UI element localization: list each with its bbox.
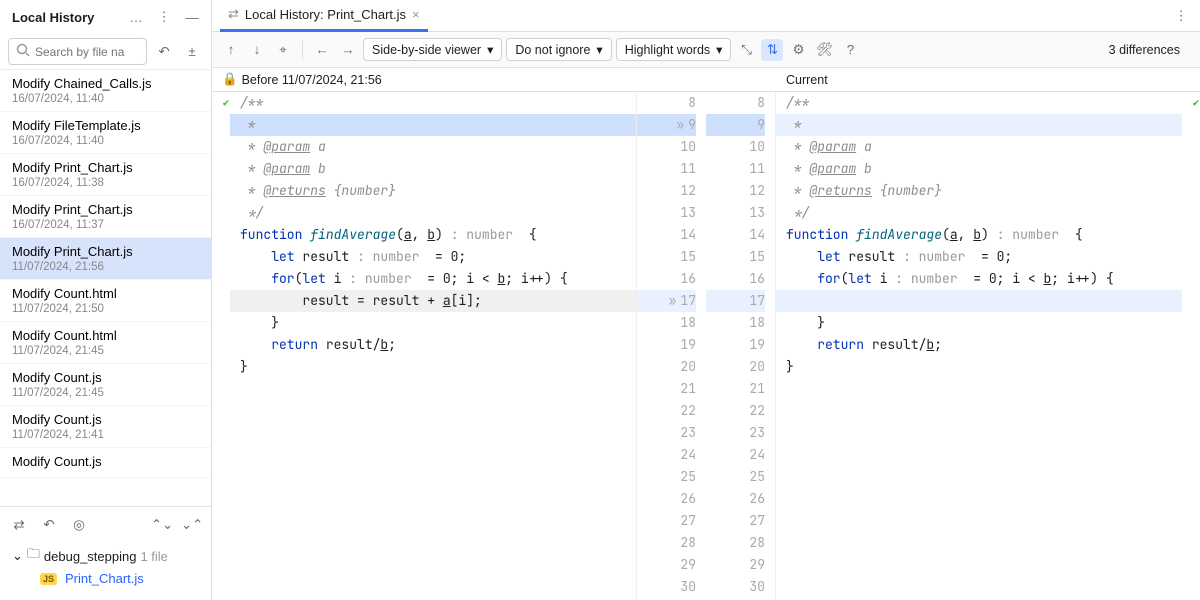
diff-count: 3 differences bbox=[1109, 43, 1192, 57]
tab-local-history[interactable]: ⇄ Local History: Print_Chart.js × bbox=[220, 0, 428, 32]
revert-icon[interactable]: ⇄ bbox=[8, 514, 30, 536]
lock-icon: 🔒 bbox=[222, 72, 238, 87]
history-item[interactable]: Modify Count.js bbox=[0, 448, 211, 478]
undo2-icon[interactable]: ↶ bbox=[38, 514, 60, 536]
more-icon[interactable]: … bbox=[125, 6, 147, 28]
left-pane[interactable]: /** * * @param a * @param b * @returns {… bbox=[230, 92, 636, 600]
diff-icon: ⇄ bbox=[228, 6, 239, 22]
panel-title: Local History bbox=[12, 10, 119, 25]
viewer-select[interactable]: Side-by-side viewer ▾ bbox=[363, 38, 502, 61]
history-item[interactable]: Modify Count.html11/07/2024, 21:50 bbox=[0, 280, 211, 322]
history-item[interactable]: Modify Count.html11/07/2024, 21:45 bbox=[0, 322, 211, 364]
collapse-unchanged-icon[interactable]: ⤡ bbox=[735, 39, 757, 61]
search-input[interactable] bbox=[8, 38, 147, 65]
chevron-down-icon: ⌄ bbox=[12, 548, 23, 564]
sync-scroll-icon[interactable]: ⇅ bbox=[761, 39, 783, 61]
js-badge-icon: JS bbox=[40, 573, 57, 585]
right-status: ✔ bbox=[1182, 92, 1200, 600]
history-item[interactable]: Modify Print_Chart.js16/07/2024, 11:37 bbox=[0, 196, 211, 238]
chevron-down-icon: ▾ bbox=[487, 42, 493, 57]
tree-folder[interactable]: ⌄ 🗀 debug_stepping 1 file bbox=[12, 543, 199, 569]
close-icon[interactable]: × bbox=[412, 7, 420, 22]
folder-icon: 🗀 bbox=[27, 545, 40, 567]
left-gutter: 8»910111213141516»1718192021222324252627… bbox=[637, 92, 706, 600]
history-item[interactable]: Modify Count.js11/07/2024, 21:45 bbox=[0, 364, 211, 406]
search-icon bbox=[15, 42, 31, 61]
diff-icon[interactable]: ± bbox=[181, 41, 203, 63]
settings-icon[interactable]: ⚙ bbox=[787, 39, 809, 61]
right-pane[interactable]: /** * * @param a * @param b * @returns {… bbox=[776, 92, 1182, 600]
history-item[interactable]: Modify FileTemplate.js16/07/2024, 11:40 bbox=[0, 112, 211, 154]
tools-icon[interactable]: 🛠 bbox=[813, 39, 835, 61]
right-pane-header: Current bbox=[776, 68, 1200, 91]
edit-icon[interactable]: ⌖ bbox=[272, 39, 294, 61]
ignore-select[interactable]: Do not ignore ▾ bbox=[506, 38, 611, 61]
history-item[interactable]: Modify Chained_Calls.js16/07/2024, 11:40 bbox=[0, 70, 211, 112]
highlight-select[interactable]: Highlight words ▾ bbox=[616, 38, 732, 61]
next-diff-icon[interactable]: ↓ bbox=[246, 39, 268, 61]
prev-diff-icon[interactable]: ↑ bbox=[220, 39, 242, 61]
options-icon[interactable]: ⋮ bbox=[153, 6, 175, 28]
minimize-icon[interactable]: — bbox=[181, 6, 203, 28]
history-item[interactable]: Modify Print_Chart.js11/07/2024, 21:56 bbox=[0, 238, 211, 280]
tree-file[interactable]: JS Print_Chart.js bbox=[12, 569, 199, 588]
left-pane-header: 🔒 Before 11/07/2024, 21:56 bbox=[212, 68, 636, 91]
preview-icon[interactable]: ◎ bbox=[68, 514, 90, 536]
right-gutter: 8910111213141516171819202122232425262728… bbox=[706, 92, 775, 600]
undo-icon[interactable]: ↶ bbox=[153, 41, 175, 63]
collapse-icon[interactable]: ⌄⌃ bbox=[181, 514, 203, 536]
chevron-down-icon: ▾ bbox=[716, 42, 722, 57]
help-icon[interactable]: ? bbox=[839, 39, 861, 61]
forward-icon[interactable]: → bbox=[337, 39, 359, 61]
back-icon[interactable]: ← bbox=[311, 39, 333, 61]
history-list: Modify Chained_Calls.js16/07/2024, 11:40… bbox=[0, 69, 211, 506]
history-item[interactable]: Modify Count.js11/07/2024, 21:41 bbox=[0, 406, 211, 448]
expand-icon[interactable]: ⌃⌄ bbox=[151, 514, 173, 536]
tab-options-icon[interactable]: ⋮ bbox=[1170, 5, 1192, 27]
chevron-down-icon: ▾ bbox=[596, 42, 602, 57]
history-item[interactable]: Modify Print_Chart.js16/07/2024, 11:38 bbox=[0, 154, 211, 196]
left-status: ✔ bbox=[212, 92, 230, 600]
